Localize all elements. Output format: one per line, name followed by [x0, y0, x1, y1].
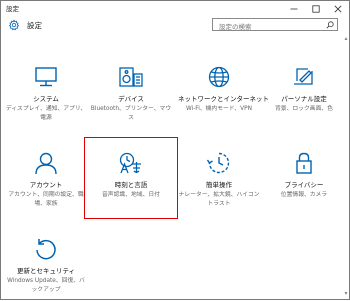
refresh-icon: [36, 239, 56, 260]
gear-icon: [8, 19, 20, 31]
tile-label: システム: [33, 95, 59, 103]
tile-ease-of-access[interactable]: 簡単操作 ナレーター、拡大鏡、ハイコントラスト: [178, 151, 260, 208]
minimize-button[interactable]: [283, 1, 305, 16]
tile-description: Bluetooth、プリンター、マウス: [90, 106, 172, 121]
tile-privacy[interactable]: プライバシー 位置情報、カメラ: [263, 151, 345, 200]
tile-description: ディスプレイ、通知、アプリ、電源: [5, 106, 87, 121]
tile-description: 背景、ロック画面、色: [275, 106, 333, 112]
settings-window: 設定 設定 設定の検索 システム ディスプレイ、通知、アプリ、電源 デバイス B…: [0, 0, 350, 300]
tile-label: デバイス: [118, 95, 144, 103]
tile-system[interactable]: システム ディスプレイ、通知、アプリ、電源: [5, 65, 87, 122]
tile-devices[interactable]: デバイス Bluetooth、プリンター、マウス: [90, 65, 172, 122]
tile-network[interactable]: ネットワークとインターネット Wi-Fi、機内モード、VPN: [178, 65, 269, 114]
maximize-icon: [312, 4, 320, 13]
scrollbar[interactable]: [344, 35, 348, 297]
tile-update-security[interactable]: 更新とセキュリティ Windows Update、回復、バックアップ: [5, 237, 87, 294]
globe-icon: [208, 66, 230, 88]
tile-description: アカウント、同期の設定、職場、家族: [8, 192, 84, 207]
person-icon: [35, 152, 57, 175]
scrollbar-track-icon: [344, 37, 348, 295]
paint-brush-icon: [294, 68, 313, 85]
tile-label: アカウント: [29, 181, 63, 189]
window-controls: [283, 1, 349, 16]
tile-label: パーソナル設定: [281, 95, 327, 103]
minimize-icon: [290, 8, 298, 9]
tile-label: プライバシー: [284, 181, 324, 189]
keyboard-speaker-icon: [119, 67, 143, 87]
page-title: 設定: [27, 21, 42, 30]
ease-of-access-icon: [206, 152, 230, 174]
close-icon: [334, 5, 342, 12]
tile-label: 更新とセキュリティ: [16, 267, 76, 275]
tile-description: Windows Update、回復、バックアップ: [7, 278, 85, 293]
tile-description: ナレーター、拡大鏡、ハイコントラスト: [178, 192, 260, 207]
search-icon: [326, 21, 334, 29]
monitor-icon: [35, 67, 57, 87]
tile-description: Wi-Fi、機内モード、VPN: [186, 106, 252, 112]
tile-label: 簡単操作: [206, 181, 232, 189]
search-input[interactable]: 設定の検索: [212, 18, 338, 31]
title-bar: 設定: [1, 1, 349, 16]
close-button[interactable]: [327, 1, 349, 16]
tile-label: ネットワークとインターネット: [178, 95, 269, 103]
search-placeholder: 設定の検索: [219, 23, 252, 31]
highlight-box: [84, 137, 178, 219]
lock-icon: [296, 152, 312, 174]
tile-description: 位置情報、カメラ: [280, 192, 328, 198]
window-title: 設定: [6, 5, 19, 13]
tile-accounts[interactable]: アカウント アカウント、同期の設定、職場、家族: [5, 151, 87, 208]
maximize-button[interactable]: [305, 1, 327, 16]
tile-personalization[interactable]: パーソナル設定 背景、ロック画面、色: [263, 65, 345, 114]
